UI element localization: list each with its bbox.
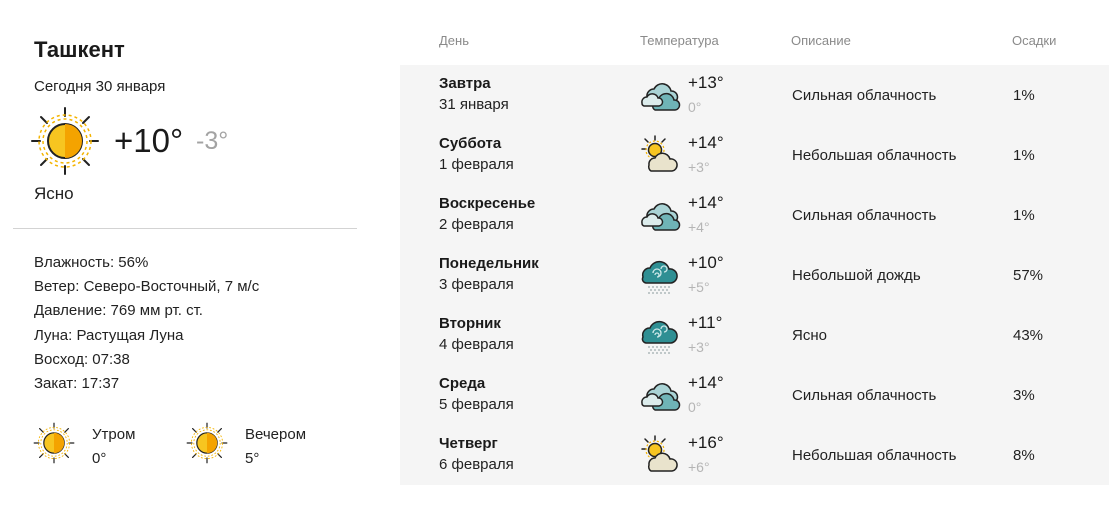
city-name: Ташкент — [34, 37, 125, 62]
row-date: 6 февраля — [439, 456, 514, 473]
row-precipitation: 3% — [1013, 387, 1035, 404]
row-day-temperature: +14° — [688, 373, 724, 392]
table-row: Понедельник 3 февраля +10° +5° Небольшой дож… — [400, 245, 1109, 305]
row-day: Воскресенье — [439, 195, 536, 212]
row-night-temperature: +5° — [688, 279, 710, 295]
row-date: 2 февраля — [439, 216, 514, 233]
header-precipitation: Осадки — [1012, 33, 1057, 48]
row-night-temperature: 0° — [688, 399, 702, 415]
current-date: Сегодня 30 января — [34, 78, 166, 95]
weather-details: Влажность: 56% Ветер: Северо-Восточный, … — [34, 253, 259, 398]
morning-temperature: 0° — [92, 450, 107, 467]
row-day: Четверг — [439, 435, 498, 452]
row-description: Сильная облачность — [792, 387, 937, 404]
morning-label: Утром — [92, 426, 136, 443]
row-date: 5 февраля — [439, 396, 514, 413]
current-temperature: +10° — [114, 122, 184, 159]
moon-phase: Луна: Растущая Луна — [34, 326, 184, 344]
row-description: Небольшая облачность — [792, 147, 957, 164]
morning-forecast: Утром 0° — [33, 422, 183, 472]
table-row: Вторник 4 февраля +11° +3° Ясно 43% — [400, 305, 1109, 365]
sunset: Закат: 17:37 — [34, 374, 120, 392]
row-description: Небольшая облачность — [792, 447, 957, 464]
current-night-temperature: -3° — [196, 127, 229, 155]
sun-icon — [33, 422, 75, 464]
row-day-temperature: +14° — [688, 133, 724, 152]
header-description: Описание — [791, 33, 851, 48]
row-day-temperature: +14° — [688, 193, 724, 212]
row-night-temperature: +3° — [688, 339, 710, 355]
partly-cloudy-icon — [639, 435, 681, 477]
rain-icon — [639, 255, 681, 297]
row-night-temperature: 0° — [688, 99, 702, 115]
sun-icon — [30, 106, 100, 176]
row-day: Суббота — [439, 135, 502, 152]
row-night-temperature: +4° — [688, 219, 710, 235]
row-date: 4 февраля — [439, 336, 514, 353]
header-day: День — [439, 33, 469, 48]
pressure: Давление: 769 мм рт. ст. — [34, 302, 203, 320]
row-day-temperature: +10° — [688, 253, 724, 272]
row-precipitation: 57% — [1013, 267, 1044, 284]
row-date: 31 января — [439, 96, 509, 113]
current-condition: Ясно — [34, 184, 74, 203]
row-day: Вторник — [439, 315, 501, 332]
row-date: 1 февраля — [439, 156, 514, 173]
sunrise: Восход: 07:38 — [34, 350, 130, 368]
row-day-temperature: +13° — [688, 73, 724, 92]
evening-forecast: Вечером 5° — [186, 422, 336, 472]
row-description: Сильная облачность — [792, 207, 937, 224]
row-description: Сильная облачность — [792, 87, 937, 104]
row-date: 3 февраля — [439, 276, 514, 293]
row-night-temperature: +6° — [688, 459, 710, 475]
row-precipitation: 1% — [1013, 87, 1035, 104]
row-day-temperature: +11° — [688, 313, 723, 332]
partly-cloudy-icon — [639, 135, 681, 177]
row-precipitation: 1% — [1013, 147, 1035, 164]
cloudy-icon — [639, 195, 681, 237]
row-precipitation: 1% — [1013, 207, 1035, 224]
rain-icon — [639, 315, 681, 357]
row-day-temperature: +16° — [688, 433, 724, 452]
divider — [13, 228, 357, 229]
evening-label: Вечером — [245, 426, 307, 443]
humidity: Влажность: 56% — [34, 254, 149, 271]
wind: Ветер: Северо-Восточный, 7 м/с — [34, 278, 260, 296]
header-temperature: Температура — [640, 33, 719, 48]
sun-icon — [186, 422, 228, 464]
row-day: Завтра — [439, 75, 491, 92]
current-weather-panel: Ташкент Сегодня 30 января +10° -3° Ясно … — [0, 0, 370, 509]
cloudy-icon — [639, 375, 681, 417]
table-row: Четверг 6 февраля +16° +6° Небольшая облачно… — [400, 425, 1109, 485]
row-day: Понедельник — [439, 255, 539, 272]
row-day: Среда — [439, 375, 486, 392]
row-precipitation: 8% — [1013, 447, 1035, 464]
table-row: Воскресенье 2 февраля +14° +4° Сильная облач… — [400, 185, 1109, 245]
row-precipitation: 43% — [1013, 327, 1044, 344]
table-row: Среда 5 февраля +14° 0° Сильная облачность 3% — [400, 365, 1109, 425]
table-row: Суббота 1 февраля +14° +3° Небольшая облачно… — [400, 125, 1109, 185]
row-description: Ясно — [792, 327, 827, 344]
cloudy-icon — [639, 75, 681, 117]
row-description: Небольшой дождь — [792, 267, 921, 284]
evening-temperature: 5° — [245, 450, 260, 467]
table-row: Завтра 31 января +13° 0° Сильная облачность 1… — [400, 65, 1109, 125]
row-night-temperature: +3° — [688, 159, 710, 175]
